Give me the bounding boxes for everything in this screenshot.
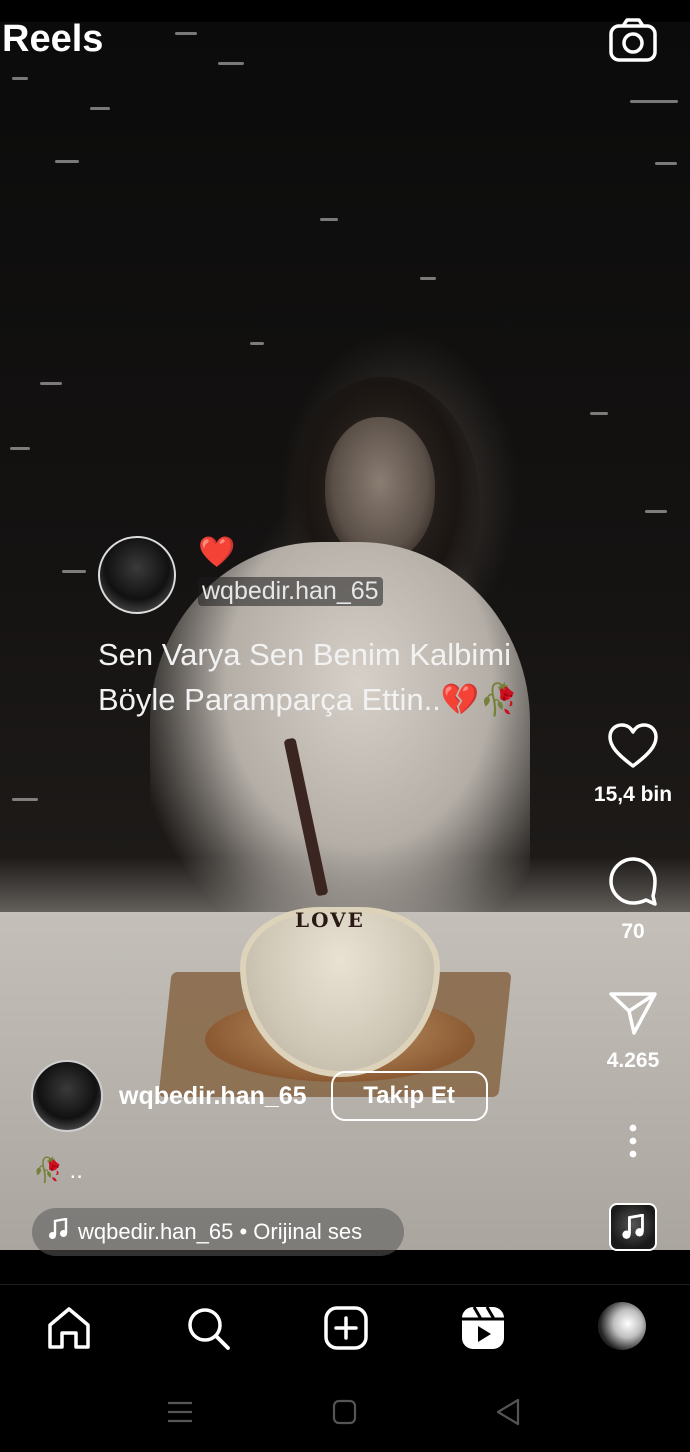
- back-icon[interactable]: [490, 1394, 530, 1430]
- snow-speck: [590, 412, 608, 415]
- overlay-caption-line1: Sen Varya Sen Benim Kalbimi: [98, 637, 511, 672]
- author-avatar[interactable]: [31, 1060, 103, 1132]
- share-count: 4.265: [606, 1049, 660, 1072]
- author-username[interactable]: wqbedir.han_65: [119, 1082, 307, 1111]
- heart-icon[interactable]: [607, 722, 659, 775]
- camera-icon[interactable]: [608, 16, 658, 66]
- overlay-caption-line2: Böyle Paramparça Ettin..💔🥀: [98, 682, 519, 717]
- create-icon[interactable]: [323, 1305, 369, 1351]
- like-action: 15,4 bin: [585, 722, 681, 807]
- bottom-nav: [0, 1284, 690, 1370]
- snow-speck: [10, 447, 30, 450]
- music-note-icon: [622, 1214, 644, 1239]
- more-vertical-icon[interactable]: [585, 1124, 681, 1158]
- snow-speck: [55, 160, 79, 163]
- overlay-caption: Sen Varya Sen Benim Kalbimi Böyle Paramp…: [98, 632, 598, 722]
- snow-speck: [90, 107, 110, 110]
- search-icon[interactable]: [185, 1305, 231, 1351]
- snow-speck: [250, 342, 264, 345]
- share-action: 4.265: [585, 990, 681, 1073]
- cake-writing: LOVE: [295, 908, 365, 932]
- audio-label: wqbedir.han_65 • Orijinal ses: [78, 1219, 363, 1244]
- home-square-icon[interactable]: [326, 1394, 366, 1430]
- home-icon[interactable]: [46, 1305, 92, 1351]
- snow-speck: [175, 32, 197, 35]
- send-icon[interactable]: [608, 990, 658, 1041]
- comment-icon[interactable]: [607, 855, 659, 912]
- audio-thumbnail[interactable]: [609, 1203, 657, 1251]
- snow-speck: [12, 798, 38, 801]
- snow-speck: [40, 382, 62, 385]
- follow-button[interactable]: Takip Et: [330, 1071, 488, 1121]
- snow-speck: [645, 510, 667, 513]
- snow-speck: [12, 77, 28, 80]
- overlay-heart-emoji: ❤️: [198, 536, 236, 569]
- music-note-icon: [48, 1217, 68, 1246]
- snow-speck: [420, 277, 436, 280]
- comment-count: 70: [621, 920, 645, 943]
- snow-speck: [630, 100, 678, 103]
- snow-speck: [320, 218, 338, 221]
- snow-speck: [655, 162, 677, 165]
- reel-caption[interactable]: 🥀 ..: [33, 1156, 83, 1185]
- author-row: wqbedir.han_65 Takip Et: [31, 1060, 488, 1132]
- page-title: Reels: [2, 18, 104, 60]
- snow-speck: [218, 62, 244, 65]
- overlay-avatar: [98, 536, 176, 614]
- like-count: 15,4 bin: [593, 783, 673, 806]
- comment-action: 70: [585, 855, 681, 944]
- profile-avatar[interactable]: [598, 1302, 646, 1350]
- system-nav-bar: [0, 1370, 690, 1452]
- overlay-username: wqbedir.han_65: [198, 577, 383, 606]
- reels-icon[interactable]: [460, 1305, 506, 1351]
- snow-speck: [62, 570, 86, 573]
- person-face: [325, 417, 435, 562]
- audio-pill[interactable]: wqbedir.han_65 • Orijinal ses: [32, 1208, 404, 1256]
- recents-icon[interactable]: [162, 1394, 202, 1430]
